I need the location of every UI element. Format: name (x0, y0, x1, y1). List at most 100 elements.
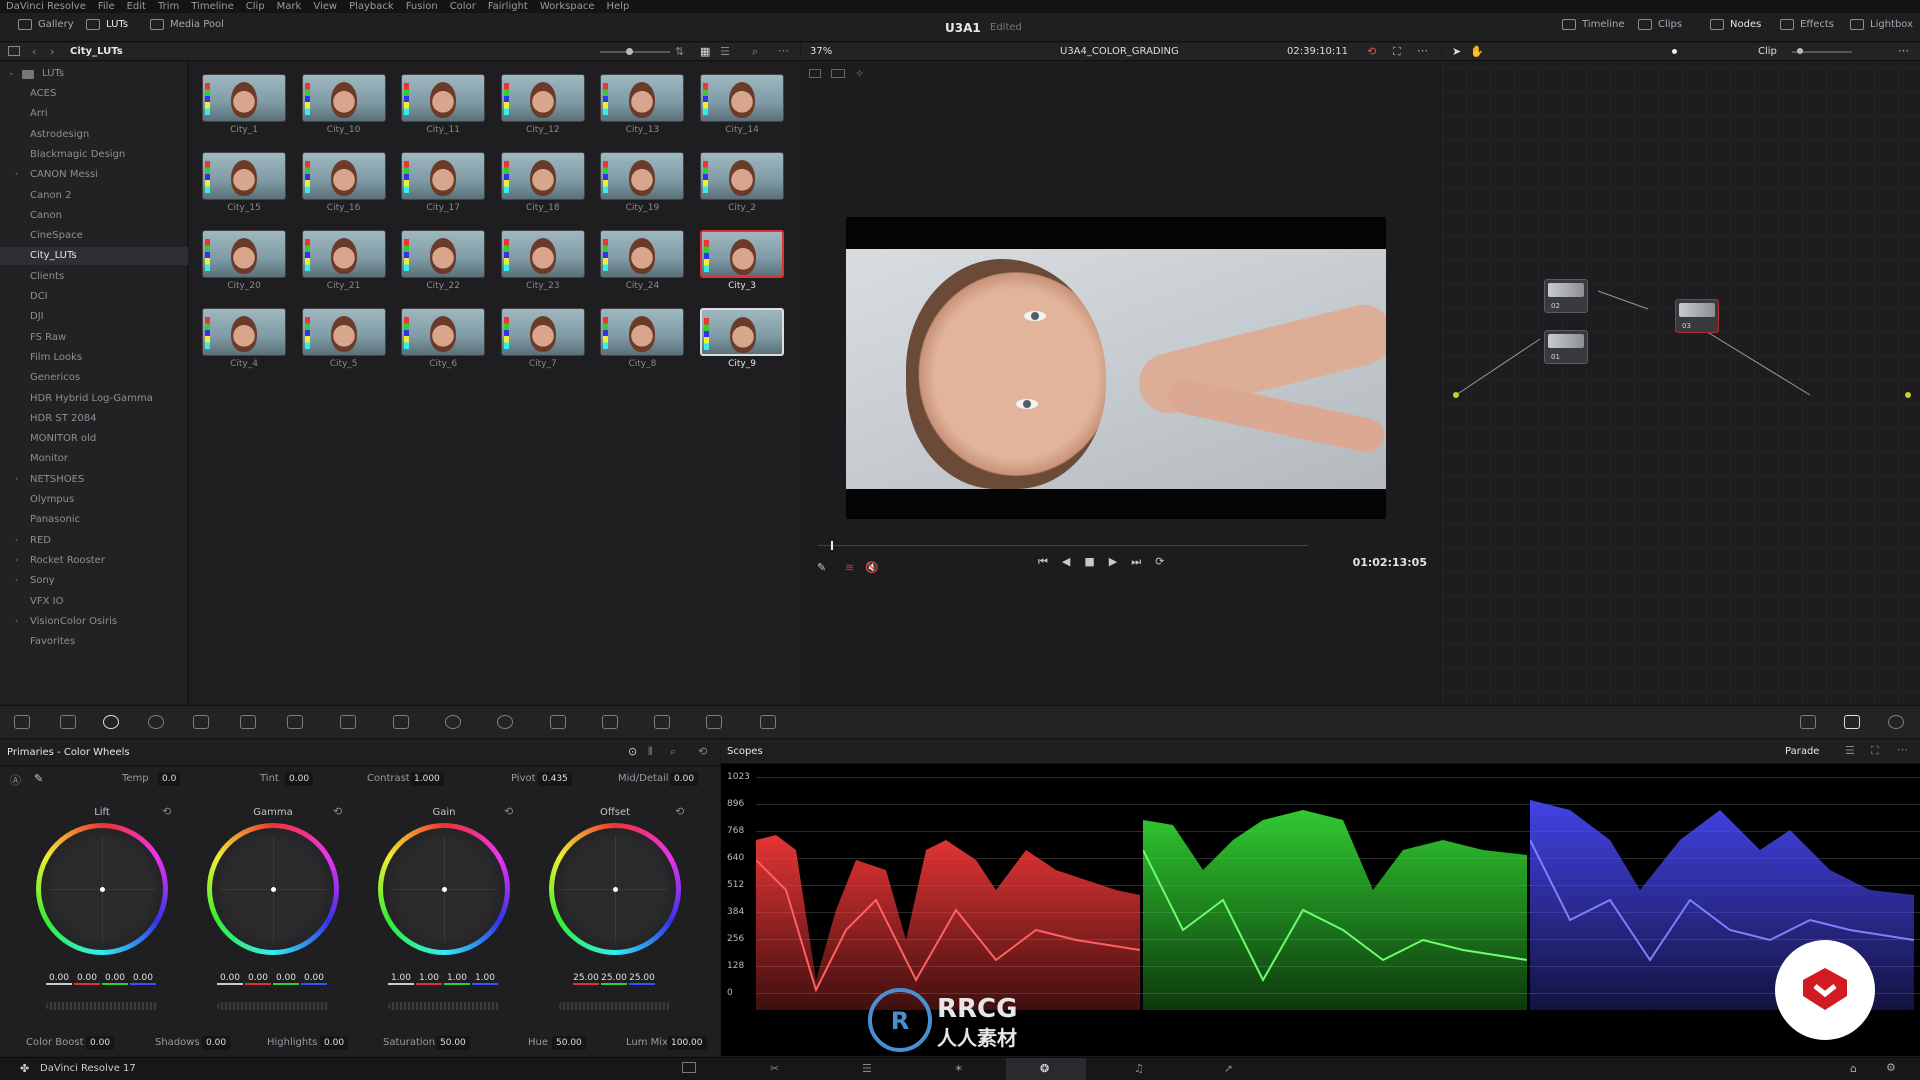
menu-item[interactable]: DaVinci Resolve (6, 1, 86, 12)
highlight-icon[interactable]: ✧ (855, 67, 864, 80)
wheel-value[interactable]: 0.00 (130, 973, 156, 985)
sidebar-folder-item[interactable]: Arri (30, 108, 48, 119)
menu-item[interactable]: Trim (158, 1, 179, 12)
color-warper-icon[interactable] (340, 715, 356, 729)
window-icon[interactable] (445, 715, 461, 729)
wheel-value[interactable]: 25.00 (629, 973, 655, 985)
root-folder[interactable]: LUTs (42, 68, 64, 79)
go-start-icon[interactable]: ⏮ (1038, 555, 1048, 569)
pen-tool-icon[interactable]: ✎ (817, 561, 826, 574)
motion-effects-icon[interactable] (240, 715, 256, 729)
scope-settings-icon[interactable]: ☰ (1845, 744, 1855, 757)
lut-thumbnail[interactable] (600, 230, 685, 278)
sidebar-folder-item[interactable]: Olympus (30, 494, 74, 505)
expand-arrow-icon[interactable]: › (15, 169, 18, 178)
color-wheels-icon[interactable] (103, 715, 119, 729)
qualifier-icon[interactable] (393, 715, 409, 729)
sidebar-folder-item[interactable]: Film Looks (30, 352, 82, 363)
zoom-level[interactable]: 37% (810, 46, 832, 57)
wheel-value[interactable]: 0.00 (301, 973, 327, 985)
playhead[interactable] (831, 541, 833, 550)
sidebar-folder-item[interactable]: RED (30, 535, 51, 546)
lut-thumbnail[interactable] (301, 74, 386, 122)
scope-expand-icon[interactable]: ⛶ (1871, 744, 1879, 758)
sidebar-folder-item[interactable]: DJI (30, 311, 44, 322)
scrubber-track[interactable] (818, 545, 1308, 546)
thumb-size-slider[interactable] (600, 51, 670, 53)
media-pool-button[interactable]: Media Pool (150, 19, 224, 30)
list-view-icon[interactable]: ☰ (720, 45, 730, 58)
menu-item[interactable]: Playback (349, 1, 394, 12)
grid-view-icon[interactable]: ▦ (700, 45, 710, 58)
marker-icon[interactable]: ≋ (845, 561, 854, 574)
lut-thumbnail[interactable] (401, 74, 486, 122)
luts-button[interactable]: LUTs (86, 19, 128, 30)
menu-item[interactable]: Workspace (540, 1, 595, 12)
media-page-icon[interactable] (682, 1062, 696, 1073)
auto-balance-icon[interactable]: Ⓐ (10, 772, 21, 788)
wheel-center-dot[interactable] (271, 887, 276, 892)
master-wheel-slider[interactable] (46, 1002, 158, 1010)
play-icon[interactable]: ▶ (1109, 555, 1117, 569)
saturation-field[interactable]: 50.00 (436, 1036, 470, 1050)
sidebar-folder-item[interactable]: Favorites (30, 636, 75, 647)
image-wipe-icon[interactable] (809, 69, 821, 78)
sidebar-toggle-icon[interactable] (8, 46, 20, 56)
fusion-page-icon[interactable]: ✶ (954, 1062, 963, 1075)
menu-item[interactable]: Edit (127, 1, 146, 12)
search-icon[interactable]: ⌕ (752, 45, 758, 59)
lut-thumbnail[interactable] (500, 308, 585, 356)
color-wheel[interactable] (549, 823, 681, 955)
lut-thumbnail[interactable] (600, 152, 685, 200)
wheel-reset-icon[interactable]: ⟲ (333, 805, 342, 818)
wheel-center-dot[interactable] (613, 887, 618, 892)
wheel-center-dot[interactable] (100, 887, 105, 892)
sidebar-folder-item[interactable]: Panasonic (30, 514, 80, 525)
gallery-button[interactable]: Gallery (18, 19, 74, 30)
expand-arrow-icon[interactable]: › (15, 535, 18, 544)
sidebar-folder-item[interactable]: CANON Messi (30, 169, 98, 180)
master-wheel-slider[interactable] (217, 1002, 329, 1010)
highlights-field[interactable]: 0.00 (320, 1036, 349, 1050)
bars-mode-icon[interactable]: ⫴ (648, 745, 653, 759)
pivot-field[interactable]: 0.435 (538, 772, 572, 786)
sidebar-folder-item[interactable]: Rocket Rooster (30, 555, 105, 566)
lut-thumbnail[interactable] (700, 152, 784, 200)
lut-thumbnail[interactable] (202, 74, 286, 122)
scopes-icon[interactable] (1844, 715, 1860, 729)
hdr-icon[interactable] (148, 715, 164, 729)
lut-thumbnail[interactable] (401, 230, 486, 278)
collapse-arrow-icon[interactable]: ⌄ (8, 68, 15, 77)
play-reverse-icon[interactable]: ◀ (1062, 555, 1070, 569)
lummix-field[interactable]: 100.00 (667, 1036, 707, 1050)
fairlight-page-icon[interactable]: ♫ (1134, 1062, 1144, 1075)
hue-field[interactable]: 50.00 (552, 1036, 586, 1050)
color-wheel[interactable] (207, 823, 339, 955)
lut-thumbnail[interactable] (202, 152, 286, 200)
sidebar-folder-item[interactable]: VisionColor Osiris (30, 616, 117, 627)
curves-icon[interactable] (287, 715, 303, 729)
picker-icon[interactable]: ✎ (34, 772, 43, 785)
color-page-icon[interactable]: ❂ (1040, 1062, 1049, 1075)
master-wheel-slider[interactable] (559, 1002, 671, 1010)
contrast-field[interactable]: 1.000 (410, 772, 444, 786)
wheel-value[interactable]: 0.00 (217, 973, 243, 985)
video-frame[interactable] (846, 217, 1386, 519)
mute-icon[interactable]: 🔇 (865, 561, 879, 574)
loop-playback-icon[interactable]: ⟳ (1155, 555, 1164, 569)
log-mode-icon[interactable]: ⌕ (670, 745, 676, 759)
sidebar-folder-item[interactable]: FS Raw (30, 332, 66, 343)
deliver-page-icon[interactable]: ➚ (1224, 1062, 1233, 1075)
sidebar-folder-item[interactable]: VFX IO (30, 596, 63, 607)
sidebar-folder-item[interactable]: ACES (30, 88, 56, 99)
sidebar-folder-item[interactable]: Clients (30, 271, 64, 282)
fullscreen-icon[interactable]: ⛶ (1393, 45, 1401, 59)
key-icon[interactable] (654, 715, 670, 729)
back-icon[interactable]: ‹ (32, 45, 36, 58)
expand-arrow-icon[interactable]: › (15, 575, 18, 584)
color-match-icon[interactable] (60, 715, 76, 729)
stop-icon[interactable]: ■ (1084, 555, 1094, 569)
lut-thumbnail[interactable] (700, 74, 784, 122)
loop-icon[interactable]: ⟲ (1367, 45, 1376, 58)
lut-thumbnail[interactable] (500, 152, 585, 200)
